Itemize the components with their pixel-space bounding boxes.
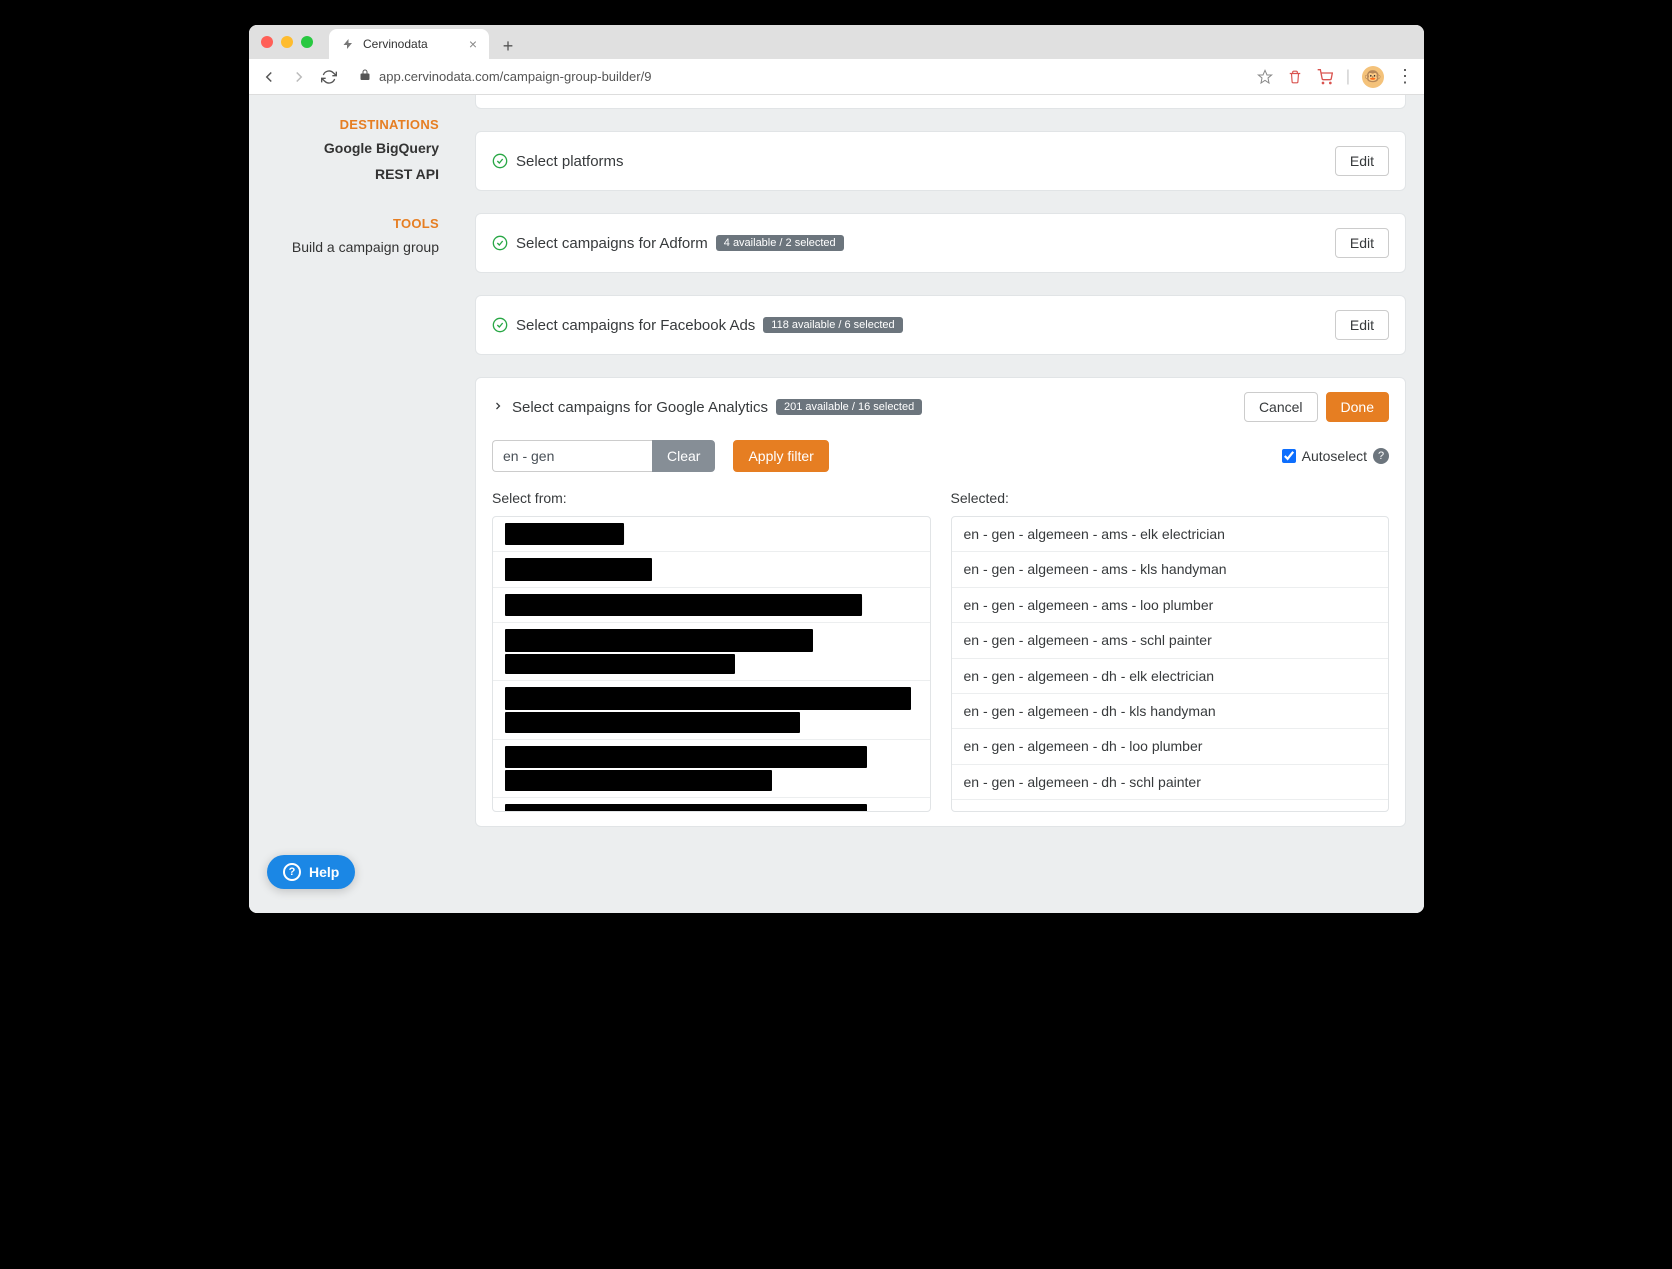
sidebar: DESTINATIONS Google BigQuery REST API TO… [249, 95, 457, 913]
check-icon [492, 235, 508, 251]
sidebar-heading-tools: TOOLS [249, 216, 439, 231]
help-icon: ? [283, 863, 301, 881]
trash-icon[interactable] [1286, 68, 1304, 86]
list-item[interactable]: en - gen - locatie - ams - elk electrici… [952, 800, 1389, 812]
list-item[interactable]: en - gen - algemeen - ams - loo plumber [952, 588, 1389, 623]
card-previous-cut [475, 95, 1406, 109]
bolt-icon [341, 37, 355, 51]
star-icon[interactable] [1256, 68, 1274, 86]
help-label: Help [309, 864, 339, 880]
autoselect-checkbox[interactable] [1282, 449, 1296, 463]
cancel-button[interactable]: Cancel [1244, 392, 1318, 422]
sidebar-item-restapi[interactable]: REST API [249, 166, 439, 182]
list-item[interactable]: en - gen - algemeen - dh - schl painter [952, 765, 1389, 800]
card-adform: Select campaigns for Adform 4 available … [475, 213, 1406, 273]
list-item[interactable]: c████████████████████████████████ (█-█)(… [493, 740, 930, 798]
card-google-analytics: Select campaigns for Google Analytics 20… [475, 377, 1406, 827]
list-item[interactable]: ████████████████████████████████████ [493, 588, 930, 623]
list-item[interactable]: en - gen - algemeen - ams - schl painter [952, 623, 1389, 658]
help-fab[interactable]: ? Help [267, 855, 355, 889]
dual-list: Select from: ████████████b██████████████… [492, 490, 1389, 812]
cart-icon[interactable] [1316, 68, 1334, 86]
titlebar: Cervinodata × + [249, 25, 1424, 59]
clear-button[interactable]: Clear [652, 440, 715, 472]
list-item[interactable]: en - gen - algemeen - dh - kls handyman [952, 694, 1389, 729]
window-controls [261, 36, 313, 48]
fullscreen-window-button[interactable] [301, 36, 313, 48]
address-bar: app.cervinodata.com/campaign-group-build… [249, 59, 1424, 95]
close-tab-icon[interactable]: × [469, 36, 477, 52]
source-label: Select from: [492, 490, 931, 506]
close-window-button[interactable] [261, 36, 273, 48]
source-column: Select from: ████████████b██████████████… [492, 490, 931, 812]
url-text: app.cervinodata.com/campaign-group-build… [379, 69, 651, 84]
list-item[interactable]: en - gen - algemeen - ams - kls handyman [952, 552, 1389, 587]
filter-input-group: Clear [492, 440, 715, 472]
sidebar-item-build-campaign-group[interactable]: Build a campaign group [249, 239, 439, 255]
filter-row: Clear Apply filter Autoselect ? [492, 440, 1389, 472]
reload-button[interactable] [319, 67, 339, 87]
main-content: Select platforms Edit Select campaigns f… [457, 95, 1424, 913]
menu-icon[interactable]: ⋮ [1396, 66, 1414, 87]
list-item[interactable]: ████████████ [493, 517, 930, 552]
check-icon [492, 317, 508, 333]
source-list: ████████████b███████████████████████████… [492, 516, 931, 812]
list-item[interactable]: ███████████████████████████████(████████… [493, 623, 930, 681]
filter-input[interactable] [492, 440, 652, 472]
chevron-right-icon [492, 399, 504, 416]
apply-filter-button[interactable]: Apply filter [733, 440, 828, 472]
list-item[interactable]: en - gen - algemeen - ams - elk electric… [952, 517, 1389, 552]
forward-button[interactable] [289, 67, 309, 87]
new-tab-button[interactable]: + [495, 33, 521, 59]
tab-strip: Cervinodata × + [329, 25, 521, 59]
card-facebook: Select campaigns for Facebook Ads 118 av… [475, 295, 1406, 355]
check-icon [492, 153, 508, 169]
count-badge: 118 available / 6 selected [763, 317, 902, 333]
edit-button[interactable]: Edit [1335, 310, 1389, 340]
selected-label: Selected: [951, 490, 1390, 506]
tab-title: Cervinodata [363, 37, 428, 51]
avatar-icon[interactable]: 🐵 [1362, 66, 1384, 88]
selected-list: en - gen - algemeen - ams - elk electric… [951, 516, 1390, 812]
help-icon[interactable]: ? [1373, 448, 1389, 464]
edit-button[interactable]: Edit [1335, 228, 1389, 258]
done-button[interactable]: Done [1326, 392, 1389, 422]
toolbar-right: | 🐵 ⋮ [1256, 66, 1414, 88]
sidebar-heading-destinations: DESTINATIONS [249, 117, 439, 132]
sidebar-item-bigquery[interactable]: Google BigQuery [249, 140, 439, 156]
edit-button[interactable]: Edit [1335, 146, 1389, 176]
url-box[interactable]: app.cervinodata.com/campaign-group-build… [349, 69, 1246, 84]
browser-window: Cervinodata × + app.cervinodata.com/camp… [249, 25, 1424, 913]
count-badge: 201 available / 16 selected [776, 399, 922, 415]
autoselect-label: Autoselect [1302, 448, 1367, 464]
back-button[interactable] [259, 67, 279, 87]
card-platforms: Select platforms Edit [475, 131, 1406, 191]
lock-icon [359, 69, 371, 84]
app-body: DESTINATIONS Google BigQuery REST API TO… [249, 95, 1424, 913]
minimize-window-button[interactable] [281, 36, 293, 48]
list-item[interactable]: c████████████████████████████████ (█-█)(… [493, 798, 930, 812]
card-title: Select platforms [516, 153, 624, 170]
list-item[interactable]: en - gen - algemeen - dh - loo plumber [952, 729, 1389, 764]
card-title: Select campaigns for Google Analytics [512, 399, 768, 416]
list-item[interactable]: ████████████████████████████████████ (██… [493, 681, 930, 739]
list-item[interactable]: en - gen - algemeen - dh - elk electrici… [952, 659, 1389, 694]
card-title: Select campaigns for Adform [516, 235, 708, 252]
list-item[interactable]: b██████████████ [493, 552, 930, 587]
browser-tab[interactable]: Cervinodata × [329, 29, 489, 59]
card-title: Select campaigns for Facebook Ads [516, 317, 755, 334]
selected-column: Selected: en - gen - algemeen - ams - el… [951, 490, 1390, 812]
autoselect-toggle[interactable]: Autoselect ? [1282, 448, 1389, 464]
count-badge: 4 available / 2 selected [716, 235, 844, 251]
